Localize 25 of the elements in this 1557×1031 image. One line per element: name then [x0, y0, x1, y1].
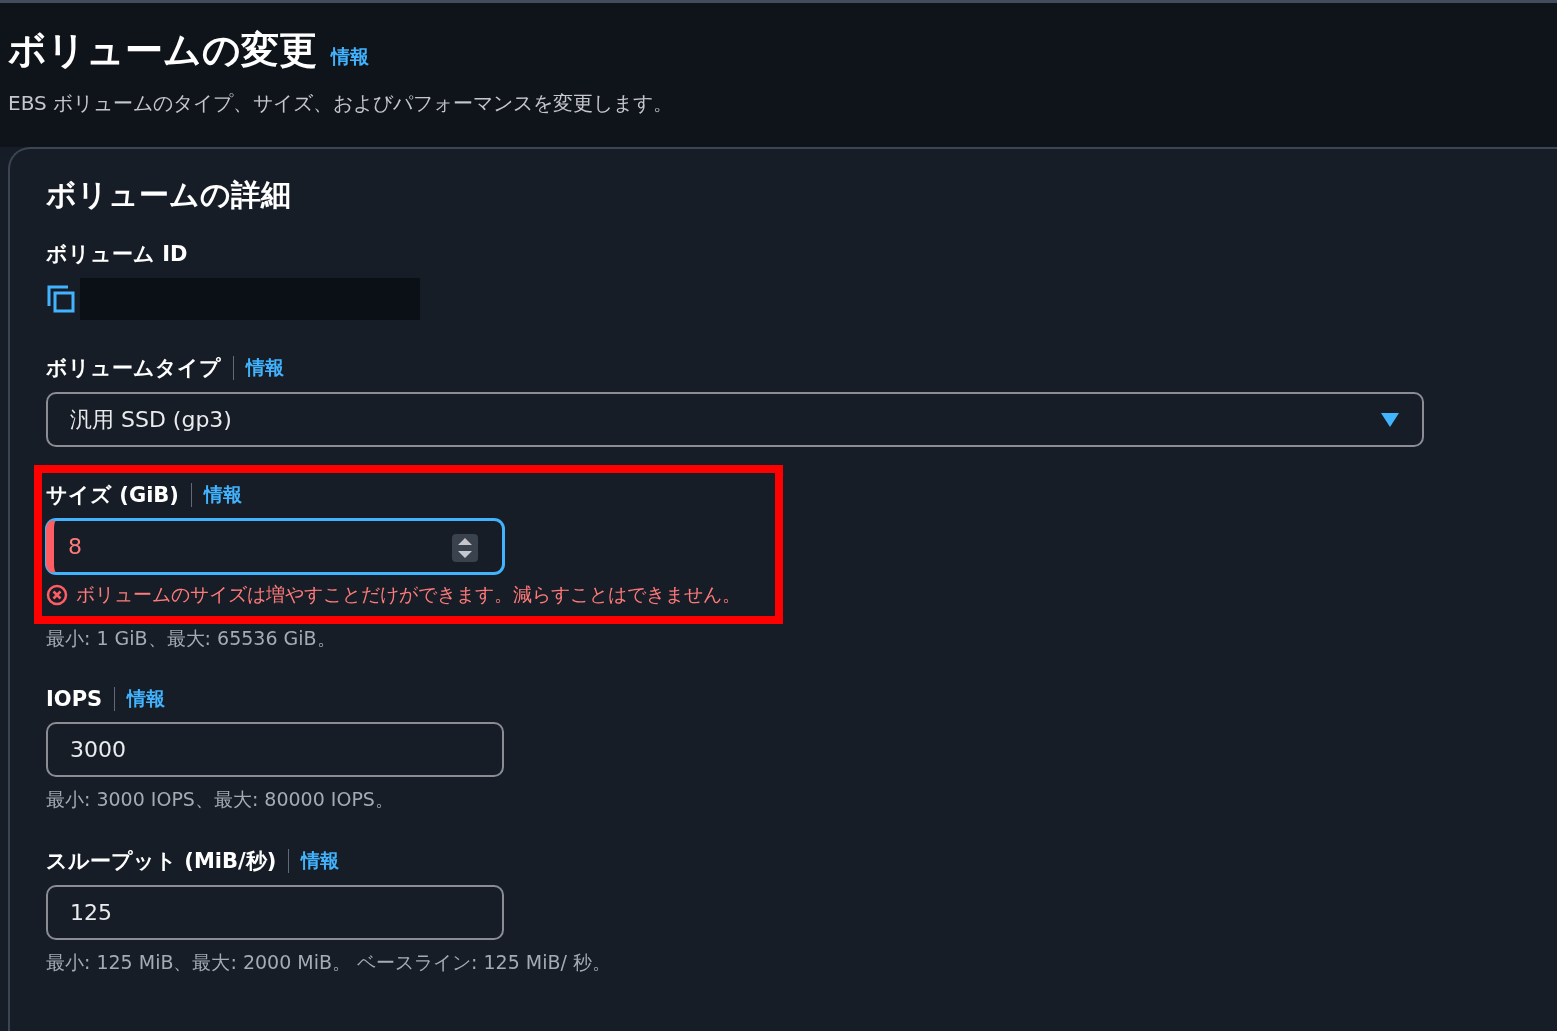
spinner-icon[interactable]	[452, 534, 478, 562]
info-link[interactable]: 情報	[127, 686, 166, 712]
input-field[interactable]: 3000	[46, 722, 504, 777]
volume-type-select[interactable]: 汎用 SSD (gp3)	[46, 392, 1424, 447]
info-link[interactable]: 情報	[246, 355, 284, 381]
constraint-text: 最小: 3000 IOPS、最大: 80000 IOPS。	[46, 787, 395, 812]
field-label: サイズ (GiB)	[46, 482, 179, 509]
field-label: スループット (MiB/秒)	[46, 848, 277, 875]
card-title: ボリュームの詳細	[46, 176, 292, 214]
field-label: ボリュームタイプ	[46, 355, 221, 382]
info-link[interactable]: 情報	[331, 44, 369, 70]
field-label: IOPS	[46, 687, 103, 711]
error-icon	[46, 584, 68, 606]
error-message: ボリュームのサイズは増やすことだけができます。減らすことはできません。	[76, 582, 741, 607]
caret-icon	[1380, 411, 1400, 428]
constraint-text: 最小: 1 GiB、最大: 65536 GiB。	[46, 626, 337, 651]
info-link[interactable]: 情報	[301, 848, 340, 874]
input-field[interactable]: 8	[46, 519, 504, 574]
info-link[interactable]: 情報	[203, 482, 242, 508]
input-field[interactable]: 125	[46, 885, 504, 940]
page-description: EBS ボリュームのタイプ、サイズ、およびパフォーマンスを変更します。	[8, 90, 675, 117]
copy-icon[interactable]	[46, 284, 76, 314]
field-label: ボリューム ID	[46, 241, 188, 268]
constraint-text: 最小: 125 MiB、最大: 2000 MiB。 ベースライン: 125 MiB/ 秒。	[46, 950, 612, 975]
page-title: ボリュームの変更	[8, 27, 317, 74]
